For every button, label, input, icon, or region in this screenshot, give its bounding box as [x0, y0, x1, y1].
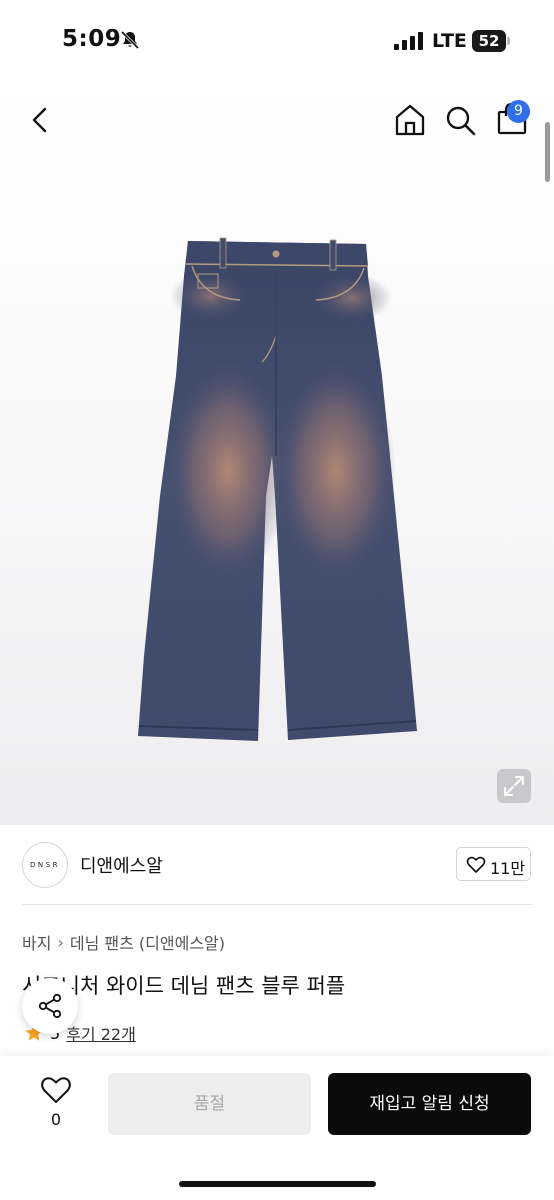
breadcrumb: 바지 › 데님 팬츠 (디앤에스알) [22, 930, 225, 954]
brand-like-count: 11만 [490, 859, 526, 878]
bell-slash-icon [120, 30, 140, 50]
heart-icon [466, 856, 486, 873]
chevron-right-icon: › [57, 932, 64, 952]
soldout-button: 품절 [108, 1073, 311, 1135]
home-icon[interactable] [392, 100, 428, 140]
signal-icon [394, 32, 423, 50]
share-button[interactable] [22, 978, 78, 1034]
home-indicator[interactable] [179, 1181, 376, 1187]
wishlist-heart-icon[interactable] [40, 1075, 72, 1105]
status-time: 5:09 [62, 26, 122, 52]
brand-name[interactable]: 디앤에스알 [80, 852, 163, 878]
battery-level: 52 [472, 30, 506, 52]
chevron-left-icon[interactable] [24, 100, 58, 140]
battery-icon: 52 [472, 30, 510, 52]
brand-like-button[interactable]: 11만 [456, 847, 531, 881]
status-bar: 5:09 LTE 52 [0, 0, 554, 80]
scrollbar[interactable] [545, 122, 550, 182]
wishlist-count: 0 [50, 1110, 62, 1129]
share-icon [38, 993, 62, 1019]
reviews-link[interactable]: 후기 22개 [66, 1021, 136, 1045]
breadcrumb-item-denim[interactable]: 데님 팬츠 (디앤에스알) [70, 930, 225, 954]
breadcrumb-item-pants[interactable]: 바지 [22, 930, 51, 954]
cart-count-badge: 9 [507, 100, 530, 123]
jeans-product-photo [138, 237, 417, 741]
expand-icon [504, 776, 524, 796]
brand-logo[interactable]: DNSR [22, 842, 68, 888]
network-type: LTE [432, 30, 467, 52]
restock-alert-button[interactable]: 재입고 알림 신청 [328, 1073, 531, 1135]
search-icon[interactable] [442, 100, 478, 140]
expand-image-button[interactable] [497, 769, 531, 803]
divider [22, 904, 532, 905]
